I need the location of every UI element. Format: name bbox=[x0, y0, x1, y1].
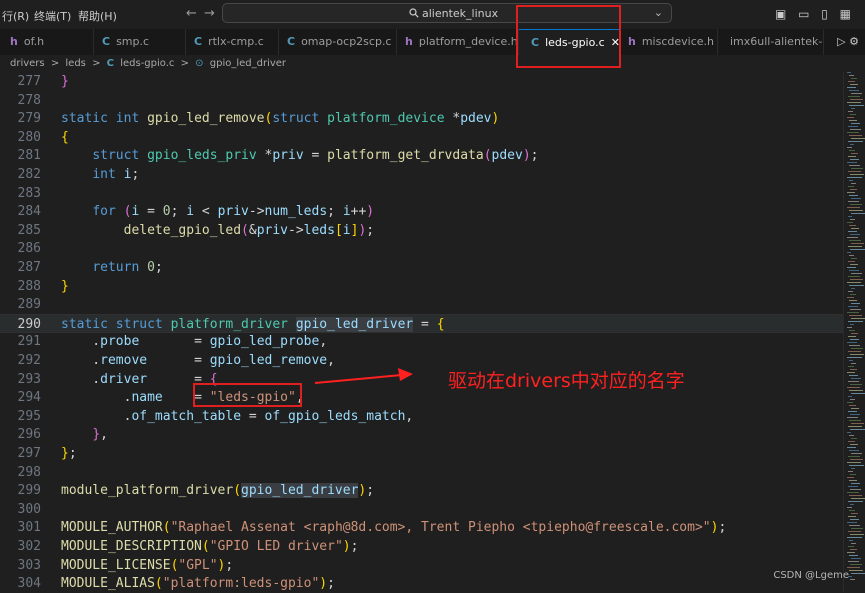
annotation-arrow-icon bbox=[314, 368, 413, 384]
annotation-text: 驱动在drivers中对应的名字 bbox=[448, 370, 685, 392]
watermark: CSDN @Lgeme bbox=[773, 570, 849, 581]
